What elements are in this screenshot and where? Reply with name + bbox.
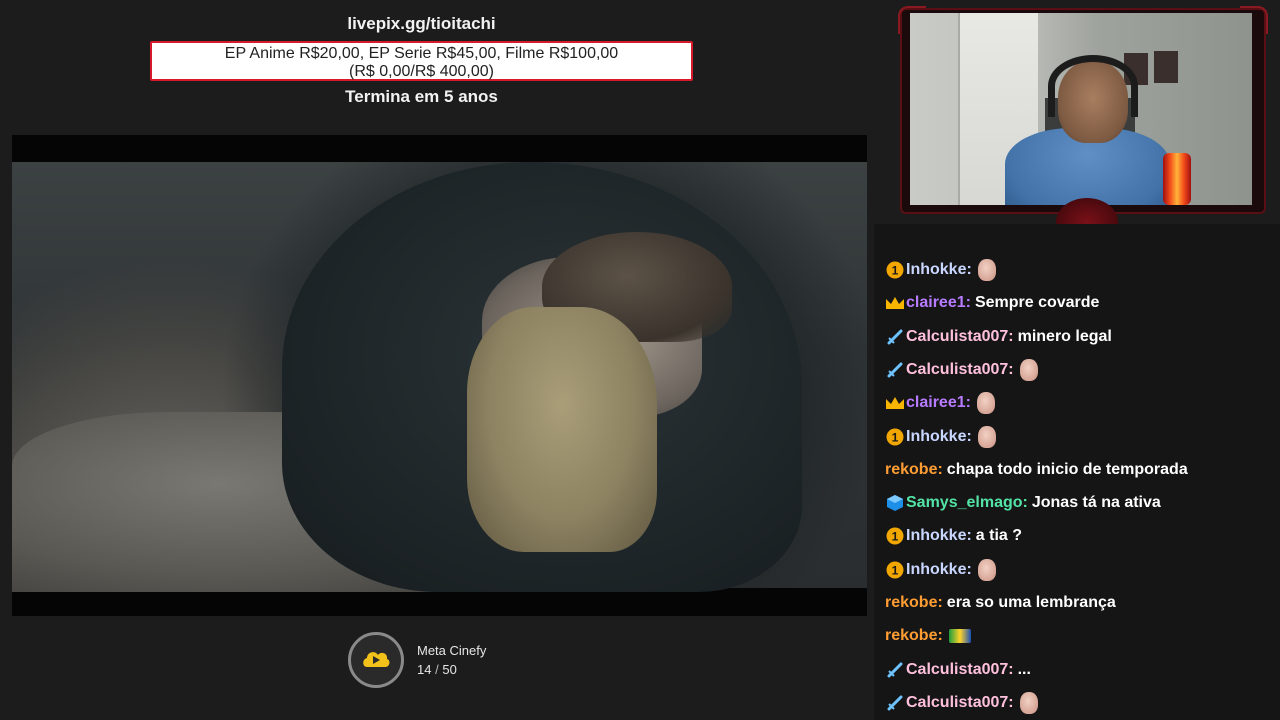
face-emote-icon [1019, 691, 1038, 714]
chat-message: Calculista007: minero legal [885, 324, 1112, 350]
chat-message: Calculista007: [885, 357, 1038, 383]
sword-badge-icon [885, 660, 905, 680]
chat-username[interactable]: Inhokke: [906, 527, 972, 545]
chat-message: 1 Inhokke: [885, 557, 996, 583]
chat-username[interactable]: rekobe: [885, 461, 943, 479]
svg-text:1: 1 [892, 530, 899, 544]
chat-message: Calculista007:... [885, 657, 1031, 683]
chat-message: rekobe: era so uma lembrança [885, 590, 1116, 616]
chat-username[interactable]: Samys_elmago: [906, 494, 1028, 512]
svg-text:1: 1 [892, 264, 899, 278]
goal-ends-text: Termina em 5 anos [345, 87, 498, 106]
chat-text: era so uma lembrança [946, 594, 1116, 611]
goal-prices: EP Anime R$20,00, EP Serie R$45,00, Film… [224, 45, 619, 62]
chat-username[interactable]: Calculista007: [906, 694, 1014, 712]
face-emote-icon [976, 392, 995, 415]
chat-message: rekobe: [885, 623, 971, 649]
chat-message: 1 Inhokke: [885, 257, 996, 283]
meta-separator: / [435, 662, 439, 677]
number-one-badge-icon: 1 [885, 260, 905, 280]
chat-text: Jonas tá na ativa [1031, 494, 1161, 512]
number-one-badge-icon: 1 [885, 560, 905, 580]
meta-name: Meta Cinefy [417, 643, 487, 658]
chat-message: 1 Inhokke: [885, 424, 996, 450]
chat-text: a tia ? [975, 527, 1023, 545]
meta-count: 14 / 50 [417, 662, 457, 677]
chat-username[interactable]: clairee1: [906, 394, 971, 412]
chat-username[interactable]: rekobe: [885, 594, 943, 612]
webcam-lamp-shape [1163, 153, 1191, 205]
webcam-feed [910, 13, 1252, 205]
chat-message: rekobe: chapa todo inicio de temporada [885, 457, 1188, 483]
headphones-icon [1048, 55, 1138, 117]
goal-progress-text: (R$ 0,00/R$ 400,00) [349, 63, 494, 80]
chat-message: 1 Inhokke: a tia ? [885, 523, 1022, 549]
number-one-badge-icon: 1 [885, 427, 905, 447]
sword-badge-icon [885, 327, 905, 347]
chat-username[interactable]: Calculista007: [906, 328, 1014, 346]
video-mask-shape [467, 307, 657, 552]
chat-text: minero legal [1017, 327, 1112, 345]
goal-url[interactable]: livepix.gg/tioitachi [150, 14, 693, 34]
meta-total: 50 [442, 662, 457, 677]
svg-text:1: 1 [892, 563, 899, 577]
video-player[interactable] [12, 135, 867, 616]
chat-message: clairee1: [885, 390, 995, 416]
face-emote-icon [977, 259, 996, 281]
chat-text: ... [1017, 660, 1031, 678]
chat-message: Samys_elmago: Jonas tá na ativa [885, 490, 1161, 516]
sword-badge-icon [885, 693, 905, 713]
face-emote-icon [1019, 358, 1038, 381]
chat-text: chapa todo inicio de temporada [946, 460, 1188, 478]
chat-username[interactable]: rekobe: [885, 627, 943, 645]
chat-username[interactable]: Calculista007: [906, 361, 1014, 379]
chat-username[interactable]: Calculista007: [906, 661, 1014, 679]
chat-username[interactable]: Inhokke: [906, 261, 972, 279]
number-one-badge-icon: 1 [885, 526, 905, 546]
chat-username[interactable]: Inhokke: [906, 561, 972, 579]
cinefy-play-icon [348, 632, 404, 688]
stream-overlay: livepix.gg/tioitachi EP Anime R$20,00, E… [0, 0, 1280, 720]
flag-emote-icon [948, 629, 971, 644]
chat-text: Sempre covarde [974, 294, 1100, 312]
chat-message: clairee1: Sempre covarde [885, 290, 1099, 316]
webcam-poster-shape [1154, 51, 1178, 83]
face-emote-icon [977, 425, 996, 448]
chat-message: Calculista007: [885, 690, 1038, 716]
cube-badge-icon [885, 493, 905, 513]
crown-badge-icon [885, 393, 905, 413]
face-emote-icon [977, 558, 996, 581]
goal-box: EP Anime R$20,00, EP Serie R$45,00, Film… [150, 41, 693, 81]
svg-text:1: 1 [892, 430, 899, 444]
chat-username[interactable]: clairee1: [906, 294, 971, 312]
chat-username[interactable]: Inhokke: [906, 428, 972, 446]
crown-badge-icon [885, 293, 905, 313]
sword-badge-icon [885, 360, 905, 380]
meta-current: 14 [417, 662, 432, 677]
video-frame [12, 162, 867, 592]
